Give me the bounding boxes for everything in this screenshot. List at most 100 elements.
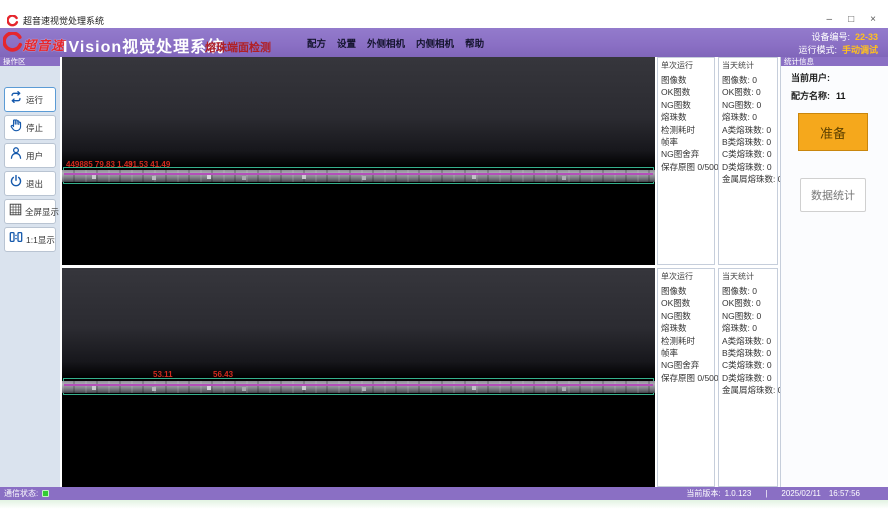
stat-row: OK图数 [658, 297, 714, 309]
version-info: 当前版本:1.0.123|2025/02/1116:57:56 [686, 487, 860, 500]
stat-row: 帧率 [658, 136, 714, 148]
power-icon [9, 174, 23, 193]
minimize-icon[interactable]: – [827, 12, 833, 28]
daily-stats-title: 当天统计 [719, 269, 777, 282]
app-title: IVision视觉处理系统 [63, 33, 224, 57]
stop-hand-icon [9, 118, 23, 137]
stat-row: 图像数: 0 [719, 285, 777, 297]
one-to-one-icon [9, 230, 23, 249]
daily-stats-title: 当天统计 [719, 58, 777, 71]
inner-camera-view: 53.11 56.43 [62, 268, 655, 487]
version-value: 1.0.123 [725, 489, 752, 498]
data-statistics-button[interactable]: 数据统计 [800, 178, 866, 212]
stat-row: 图像数 [658, 74, 714, 86]
stat-row: 保存原图 0/500 [658, 372, 714, 384]
menu-item[interactable]: 配方 [307, 36, 326, 50]
exit-button-label: 退出 [26, 178, 43, 190]
one-to-one-button-label: 1:1显示 [26, 234, 55, 246]
stat-row: D类熔珠数: 0 [719, 372, 777, 384]
recipe-name-row: 配方名称: 11 [791, 89, 888, 102]
menu-item[interactable]: 内侧相机 [416, 36, 454, 50]
brand-name: 超音速 [23, 35, 65, 54]
recipe-name-label: 配方名称: [791, 91, 830, 101]
operation-sidebar-title: 操作区 [0, 57, 60, 66]
menu-item[interactable]: 帮助 [465, 36, 484, 50]
stat-row: NG图数: 0 [719, 99, 777, 111]
statistics-info-panel: 统计信息 当前用户: 配方名称: 11 准备 数据统计 [780, 57, 888, 487]
comm-status-label: 通信状态: [4, 488, 38, 499]
stat-row: 检测耗时 [658, 124, 714, 136]
menu-item[interactable]: 设置 [337, 36, 356, 50]
fullscreen-button-label: 全屏显示 [25, 206, 59, 218]
user-button[interactable]: 用户 [4, 143, 56, 168]
inner-camera-stats: 单次运行 图像数OK图数NG图数熔珠数检测耗时帧率NG图舍弃保存原图 0/500… [657, 268, 778, 487]
strip-feature-marks [92, 386, 96, 390]
window-controls: – □ × [827, 12, 876, 28]
fullscreen-button[interactable]: 全屏显示 [4, 199, 56, 224]
desktop-background [0, 500, 888, 522]
stat-row: 帧率 [658, 347, 714, 359]
exit-button[interactable]: 退出 [4, 171, 56, 196]
stop-button[interactable]: 停止 [4, 115, 56, 140]
stat-row: D类熔珠数: 0 [719, 161, 777, 173]
daily-stats-panel: 当天统计 图像数: 0OK图数: 0NG图数: 0熔珠数: 0A类熔珠数: 0B… [718, 268, 778, 487]
daily-stats-rows: 图像数: 0OK图数: 0NG图数: 0熔珠数: 0A类熔珠数: 0B类熔珠数:… [719, 285, 777, 397]
current-user-label: 当前用户: [791, 73, 830, 83]
brand-logo-icon [3, 32, 24, 58]
run-mode-value: 手动调试 [842, 45, 878, 55]
stat-row: NG图舍弃 [658, 148, 714, 160]
prepare-button[interactable]: 准备 [798, 113, 868, 151]
measurement-annotation: 53.11 [153, 370, 173, 379]
single-run-panel: 单次运行 图像数OK图数NG图数熔珠数检测耗时帧率NG图舍弃保存原图 0/500 [657, 268, 715, 487]
outer-camera-stats: 单次运行 图像数OK图数NG图数熔珠数检测耗时帧率NG图舍弃保存原图 0/500… [657, 57, 778, 265]
stat-row: 熔珠数 [658, 322, 714, 334]
stat-row: 图像数 [658, 285, 714, 297]
statistics-info-title: 统计信息 [781, 57, 888, 66]
daily-stats-rows: 图像数: 0OK图数: 0NG图数: 0熔珠数: 0A类熔珠数: 0B类熔珠数:… [719, 74, 777, 186]
close-icon[interactable]: × [870, 12, 876, 28]
stat-row: OK图数: 0 [719, 297, 777, 309]
outer-camera-view: 449885 79.83 1.49 31.53 41.49 [62, 57, 655, 265]
os-titlebar: 超音速视觉处理系统 – □ × [0, 12, 888, 28]
run-button[interactable]: 运行 [4, 87, 56, 112]
measurement-annotation: 449885 79.83 1.49 [66, 160, 133, 169]
measurement-annotation: 31.53 41.49 [128, 160, 170, 169]
stat-row: 熔珠数: 0 [719, 322, 777, 334]
app-window: 超音速视觉处理系统 – □ × 超音速 IVision视觉处理系统 熔珠端面检测… [0, 0, 888, 522]
single-run-panel: 单次运行 图像数OK图数NG图数熔珠数检测耗时帧率NG图舍弃保存原图 0/500 [657, 57, 715, 265]
single-run-rows: 图像数OK图数NG图数熔珠数检测耗时帧率NG图舍弃保存原图 0/500 [658, 285, 714, 384]
stop-button-label: 停止 [26, 122, 43, 134]
maximize-icon[interactable]: □ [848, 12, 854, 28]
device-number-label: 设备编号: [811, 32, 850, 42]
stat-row: 熔珠数 [658, 111, 714, 123]
operation-buttons: 运行 停止 用户 退出 全屏显示 1:1显示 [0, 66, 60, 252]
status-date: 2025/02/11 [781, 489, 820, 498]
menu-item[interactable]: 外侧相机 [367, 36, 405, 50]
window-title: 超音速视觉处理系统 [23, 14, 104, 27]
detection-centerline [64, 173, 653, 175]
detection-centerline [64, 384, 653, 386]
fullscreen-grid-icon [9, 203, 22, 221]
stat-row: A类熔珠数: 0 [719, 335, 777, 347]
app-subtitle: 熔珠端面检测 [205, 39, 271, 55]
stat-row: 金属屑熔珠数: 0 [719, 384, 777, 396]
stat-row: OK图数 [658, 86, 714, 98]
weld-strip-image [62, 170, 655, 182]
single-run-rows: 图像数OK图数NG图数熔珠数检测耗时帧率NG图舍弃保存原图 0/500 [658, 74, 714, 173]
stat-row: NG图舍弃 [658, 359, 714, 371]
app-logo-icon [7, 14, 19, 26]
one-to-one-button[interactable]: 1:1显示 [4, 227, 56, 252]
device-info: 设备编号:22-33 运行模式: 手动调试 [798, 30, 878, 56]
stat-row: 熔珠数: 0 [719, 111, 777, 123]
run-mode-label: 运行模式: [798, 45, 837, 55]
stat-row: OK图数: 0 [719, 86, 777, 98]
stat-row: 保存原图 0/500 [658, 161, 714, 173]
stat-row: C类熔珠数: 0 [719, 359, 777, 371]
app-header: 超音速 IVision视觉处理系统 熔珠端面检测 配方设置外侧相机内侧相机帮助 … [0, 28, 888, 57]
operation-sidebar: 操作区 运行 停止 用户 退出 全屏显示 [0, 57, 60, 487]
recipe-name-value: 11 [836, 91, 846, 101]
user-icon [9, 146, 23, 165]
stat-row: NG图数: 0 [719, 310, 777, 322]
device-number-row: 设备编号:22-33 [798, 30, 878, 43]
strip-feature-marks [92, 175, 96, 179]
